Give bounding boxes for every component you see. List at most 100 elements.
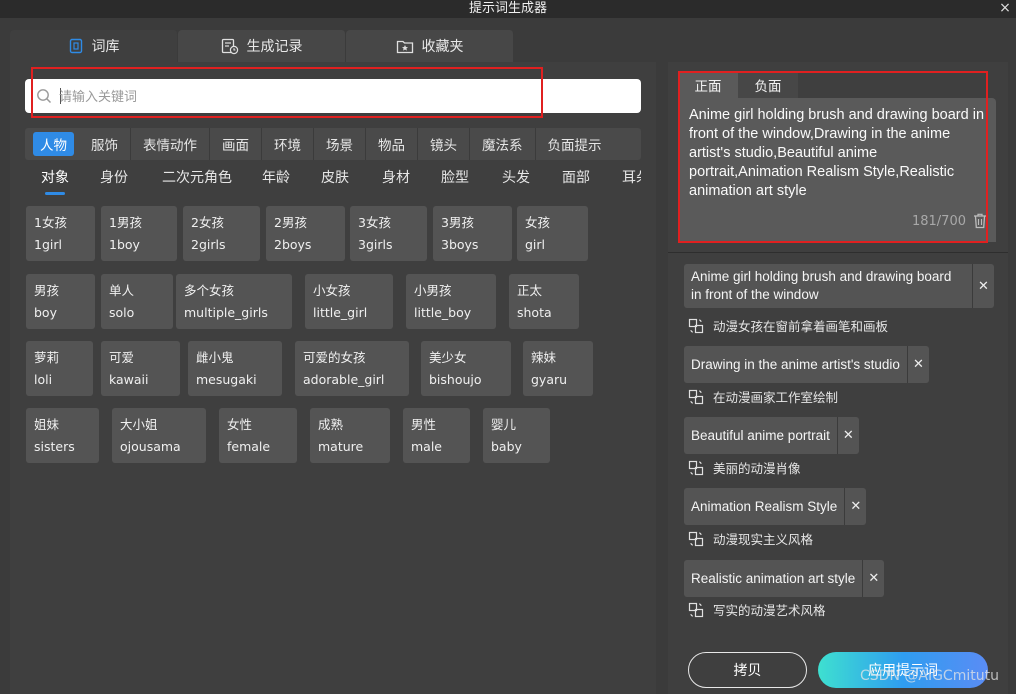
tab-favorites-label: 收藏夹 (421, 39, 464, 55)
highlight-box-search (31, 67, 543, 118)
tag-translation: 写实的动漫艺术风格 (688, 600, 826, 619)
subcategory-age[interactable]: 年龄 (262, 167, 290, 187)
category-lens[interactable]: 镜头 (418, 128, 470, 160)
subcategory-hair[interactable]: 头发 (502, 167, 530, 187)
history-icon (221, 38, 238, 54)
chip-zh: 多个女孩 (184, 283, 235, 298)
chip-en: female (227, 439, 271, 454)
category-person[interactable]: 人物 (33, 132, 74, 156)
remove-tag-icon[interactable]: ✕ (906, 346, 929, 383)
chip-zh: 美少女 (429, 350, 467, 365)
chip-zh: 1女孩 (34, 215, 67, 230)
keyword-chip[interactable]: 单人 solo (101, 274, 173, 329)
chip-en: 1girl (34, 237, 62, 252)
subcategory-skin[interactable]: 皮肤 (321, 167, 349, 187)
keyword-chip[interactable]: 1男孩 1boy (101, 206, 177, 261)
chip-zh: 姐妹 (34, 417, 60, 432)
keyword-chip[interactable]: 女孩 girl (517, 206, 588, 261)
chip-zh: 小女孩 (313, 283, 351, 298)
chip-zh: 辣妹 (531, 350, 557, 365)
keyword-chip[interactable]: 男孩 boy (26, 274, 95, 329)
chip-en: mature (318, 439, 364, 454)
chip-en: adorable_girl (303, 372, 385, 387)
chip-zh: 3女孩 (358, 215, 391, 230)
keyword-chip[interactable]: 2男孩 2boys (266, 206, 345, 261)
keyword-chip[interactable]: 大小姐 ojousama (112, 408, 206, 463)
tag-translation-text: 动漫现实主义风格 (713, 532, 814, 547)
chip-en: male (411, 439, 442, 454)
prompt-tag: Drawing in the anime artist's studio ✕ (684, 346, 929, 383)
category-clothing[interactable]: 服饰 (79, 128, 131, 160)
category-object[interactable]: 物品 (366, 128, 418, 160)
chip-zh: 成熟 (318, 417, 344, 432)
keyword-chip[interactable]: 女性 female (219, 408, 297, 463)
tag-translation-text: 动漫女孩在窗前拿着画笔和画板 (713, 319, 889, 334)
keyword-chip[interactable]: 雌小鬼 mesugaki (188, 341, 282, 396)
keyword-chip[interactable]: 婴儿 baby (483, 408, 550, 463)
keyword-chip[interactable]: 多个女孩 multiple_girls (176, 274, 292, 329)
close-icon[interactable]: × (998, 0, 1012, 18)
keyword-chip[interactable]: 小女孩 little_girl (305, 274, 393, 329)
keyword-chip[interactable]: 正太 shota (509, 274, 579, 329)
tab-history[interactable]: 生成记录 (178, 30, 346, 62)
chip-zh: 女孩 (525, 215, 551, 230)
subcategory-face-shape[interactable]: 脸型 (441, 167, 469, 187)
keyword-chip[interactable]: 3男孩 3boys (433, 206, 512, 261)
tab-library[interactable]: 词库 (10, 30, 178, 62)
keyword-chip[interactable]: 3女孩 3girls (350, 206, 427, 261)
remove-tag-icon[interactable]: ✕ (972, 264, 994, 308)
tag-label: Realistic animation art style (691, 570, 856, 586)
translate-icon (688, 318, 704, 333)
category-expression[interactable]: 表情动作 (131, 128, 210, 160)
keyword-chip[interactable]: 辣妹 gyaru (523, 341, 593, 396)
keyword-chip[interactable]: 男性 male (403, 408, 470, 463)
chip-zh: 男性 (411, 417, 437, 432)
subcategory-ears[interactable]: 耳朵 (622, 167, 641, 187)
chip-zh: 萝莉 (34, 350, 60, 365)
copy-button[interactable]: 拷贝 (688, 652, 807, 688)
keyword-chip[interactable]: 2女孩 2girls (183, 206, 260, 261)
chip-zh: 可爱 (109, 350, 135, 365)
chip-en: sisters (34, 439, 75, 454)
chip-zh: 单人 (109, 283, 135, 298)
chip-zh: 3男孩 (441, 215, 474, 230)
tag-label: Anime girl holding brush and drawing boa… (691, 269, 952, 302)
window-title: 提示词生成器 (468, 1, 547, 16)
keyword-chip[interactable]: 成熟 mature (310, 408, 390, 463)
category-negative[interactable]: 负面提示 (536, 128, 614, 160)
keyword-chip[interactable]: 姐妹 sisters (26, 408, 99, 463)
chip-zh: 雌小鬼 (196, 350, 234, 365)
keyword-chip[interactable]: 1女孩 1girl (26, 206, 95, 261)
remove-tag-icon[interactable]: ✕ (862, 560, 884, 597)
star-folder-icon (396, 40, 413, 54)
chip-zh: 婴儿 (491, 417, 517, 432)
subcategory-face[interactable]: 面部 (562, 167, 590, 187)
chip-en: 1boy (109, 237, 140, 252)
chip-en: 3boys (441, 237, 479, 252)
prompt-tag: Beautiful anime portrait ✕ (684, 417, 859, 454)
remove-tag-icon[interactable]: ✕ (844, 488, 866, 525)
keyword-chip[interactable]: 小男孩 little_boy (406, 274, 496, 329)
category-scene[interactable]: 场景 (314, 128, 366, 160)
subcategory-target[interactable]: 对象 (41, 167, 69, 187)
chip-zh: 男孩 (34, 283, 60, 298)
keyword-chip[interactable]: 可爱 kawaii (101, 341, 180, 396)
category-frame[interactable]: 画面 (210, 128, 262, 160)
subcategory-anime-character[interactable]: 二次元角色 (162, 167, 232, 187)
tab-favorites[interactable]: 收藏夹 (346, 30, 514, 62)
prompt-tag: Anime girl holding brush and drawing boa… (684, 264, 994, 308)
chip-en: girl (525, 237, 546, 252)
subcategory-body[interactable]: 身材 (382, 167, 410, 187)
tag-label: Animation Realism Style (691, 498, 838, 514)
highlight-box-editor (678, 71, 988, 243)
keyword-chip[interactable]: 可爱的女孩 adorable_girl (295, 341, 409, 396)
translate-icon (688, 460, 704, 475)
category-magic[interactable]: 魔法系 (470, 128, 536, 160)
subcategory-identity[interactable]: 身份 (100, 167, 128, 187)
keyword-chip[interactable]: 萝莉 loli (26, 341, 93, 396)
chip-en: boy (34, 305, 57, 320)
tab-history-label: 生成记录 (246, 39, 303, 55)
category-environment[interactable]: 环境 (262, 128, 314, 160)
keyword-chip[interactable]: 美少女 bishoujo (421, 341, 511, 396)
remove-tag-icon[interactable]: ✕ (836, 417, 859, 454)
